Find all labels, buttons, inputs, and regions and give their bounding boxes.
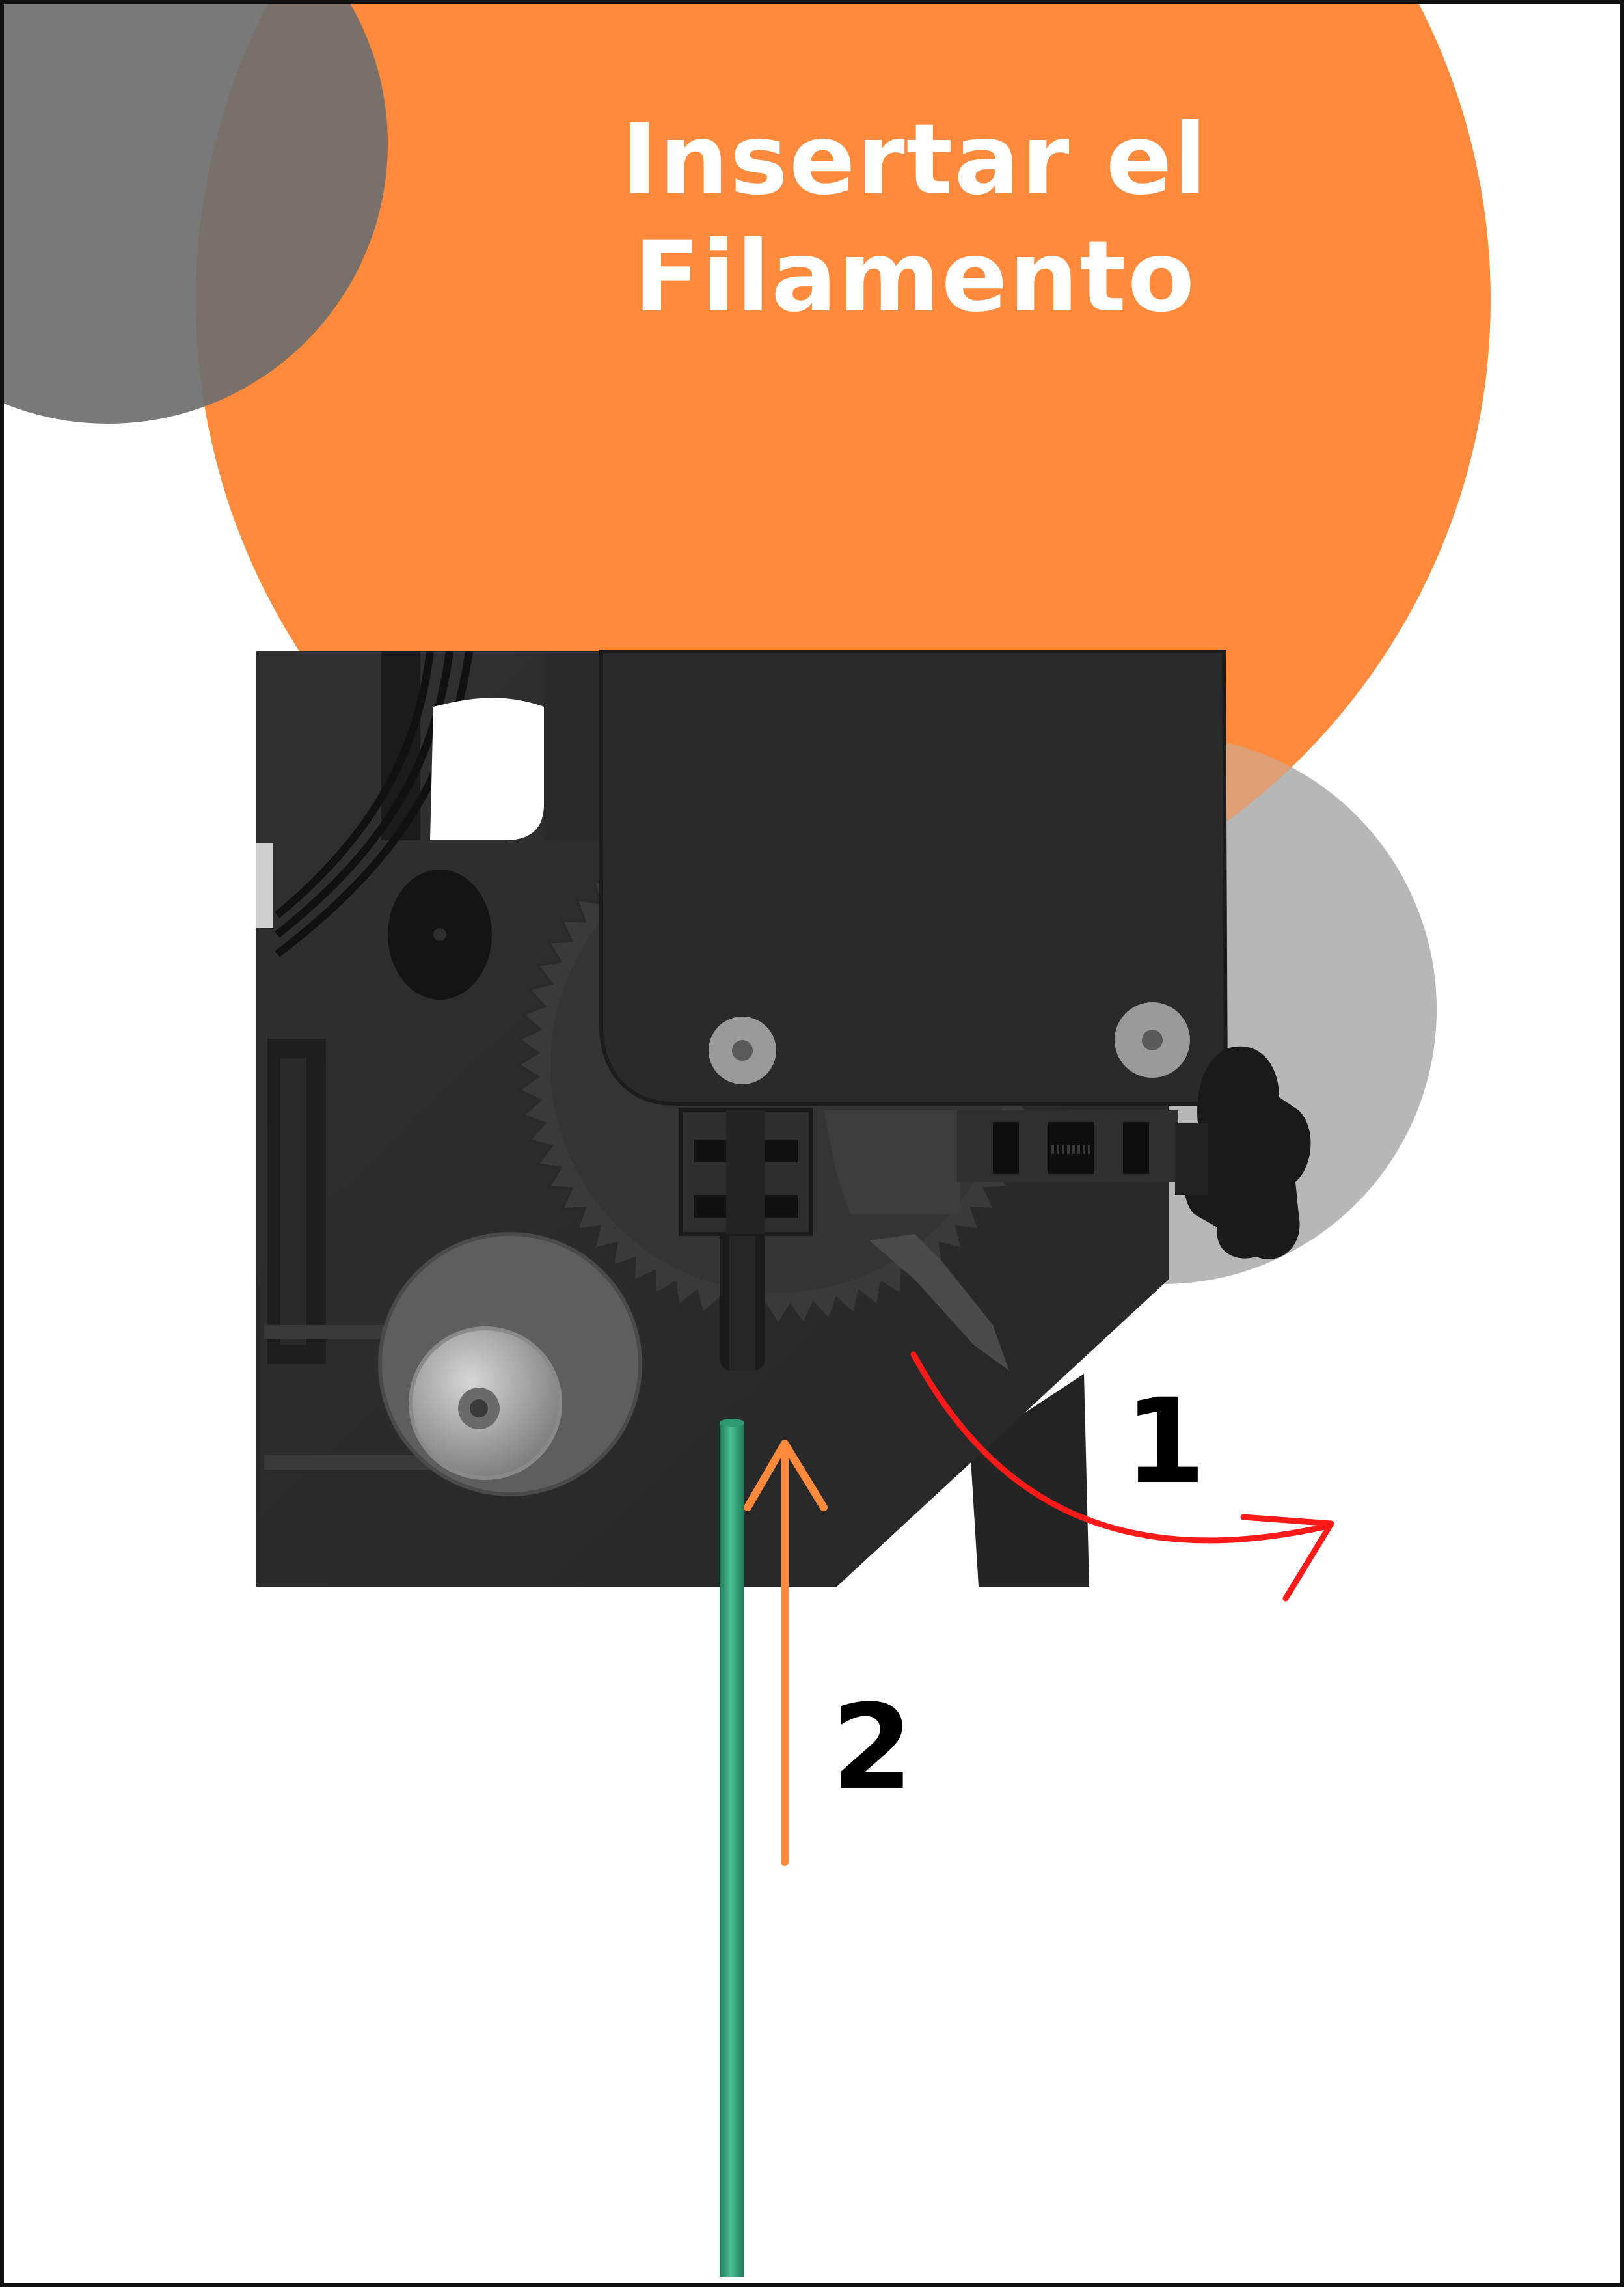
page-title: Insertar el Filamento [524,102,1305,336]
illustration [4,4,1491,2277]
pulley-icon [378,1232,642,1496]
step-2-label: 2 [832,1680,914,1816]
filament-icon [720,1419,744,2277]
title-line-2: Filamento [633,221,1197,334]
step-1-label: 1 [1124,1374,1206,1510]
page: Insertar el Filamento 1 2 [0,0,1624,2287]
title-line-1: Insertar el [621,103,1208,217]
